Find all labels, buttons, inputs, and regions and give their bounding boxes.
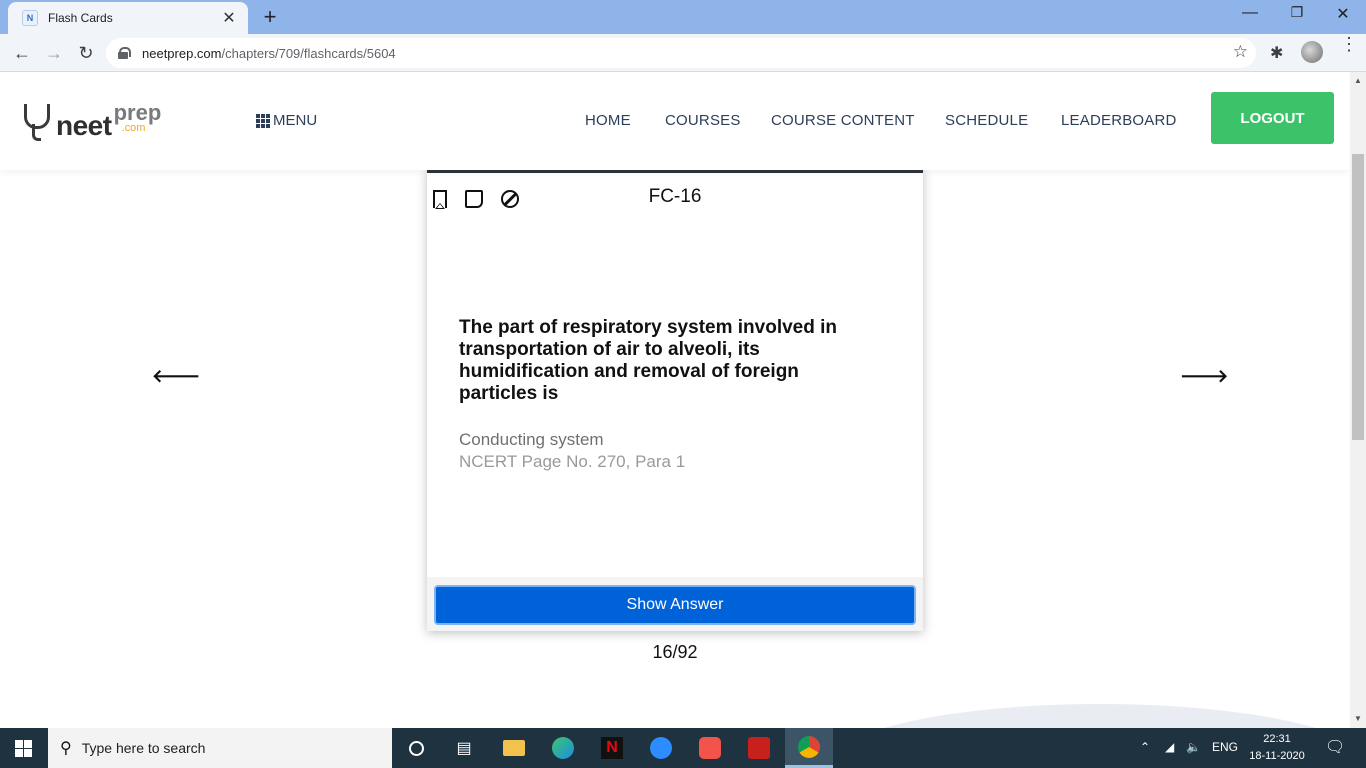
clock-time: 22:31 (1263, 733, 1291, 745)
search-placeholder: Type here to search (81, 740, 206, 756)
nav-home[interactable]: HOME (585, 112, 631, 129)
site-header: neet prep .com MENU HOME COURSES COURSE … (0, 72, 1350, 170)
page-scrollbar[interactable]: ▲ ▼ (1350, 72, 1366, 728)
tab-title: Flash Cards (48, 11, 113, 25)
address-bar-row: ← → ↻ neetprep.com/chapters/709/flashcar… (0, 34, 1366, 72)
nav-courses[interactable]: COURSES (665, 112, 741, 129)
restore-icon[interactable]: ❐ (1287, 4, 1307, 21)
lock-icon (118, 47, 131, 59)
card-reference: NCERT Page No. 270, Para 1 (459, 452, 686, 471)
taskbar-clock[interactable]: 22:31 18-11-2020 (1244, 731, 1310, 765)
card-answer: Conducting system (459, 430, 604, 449)
bookmark-star-icon[interactable]: ☆ (1233, 42, 1248, 62)
close-window-icon[interactable]: ✕ (1333, 4, 1353, 24)
stethoscope-icon (22, 102, 54, 141)
page: neet prep .com MENU HOME COURSES COURSE … (0, 72, 1350, 728)
volume-icon[interactable]: 🔈 (1186, 740, 1201, 754)
menu-toggle[interactable]: MENU (256, 112, 317, 129)
note-icon[interactable] (465, 190, 483, 208)
new-tab-button[interactable]: + (258, 4, 282, 30)
url-path: /chapters/709/flashcards/5604 (221, 45, 396, 61)
minimize-icon[interactable]: — (1240, 4, 1260, 22)
ban-icon[interactable] (501, 190, 519, 208)
task-view-icon[interactable]: ▤ (452, 736, 476, 760)
menu-label: MENU (273, 112, 318, 129)
logout-button[interactable]: LOGOUT (1211, 92, 1334, 144)
notifications-icon[interactable]: 🗨 (1325, 737, 1345, 757)
previous-card-arrow-icon[interactable]: 🡐 (152, 366, 200, 387)
scrollbar-thumb[interactable] (1352, 154, 1364, 440)
show-hidden-icons-icon[interactable]: ⌃ (1140, 740, 1150, 754)
bookmark-icon[interactable] (433, 190, 447, 209)
scroll-down-icon[interactable]: ▼ (1354, 714, 1362, 723)
search-icon: ⚲ (60, 740, 72, 757)
nav-schedule[interactable]: SCHEDULE (945, 112, 1028, 129)
decorative-wave (830, 704, 1350, 728)
browser-menu-icon[interactable]: ⋮ (1340, 35, 1358, 53)
clock-date: 18-11-2020 (1249, 750, 1305, 762)
url-domain: neetprep.com (142, 45, 222, 61)
browser-tab[interactable]: N Flash Cards ✕ (8, 2, 248, 34)
card-question: The part of respiratory system involved … (459, 317, 837, 404)
nav-course-content[interactable]: COURSE CONTENT (771, 112, 915, 129)
acrobat-icon[interactable] (747, 736, 771, 760)
logo-text-sub: prep (113, 100, 162, 126)
wifi-icon[interactable]: ◢ (1165, 740, 1174, 754)
netflix-icon[interactable]: N (600, 736, 624, 760)
record-app-icon[interactable] (698, 736, 722, 760)
logo-text-tld: .com (121, 122, 146, 134)
language-indicator[interactable]: ENG (1212, 740, 1238, 754)
reload-icon[interactable]: ↻ (74, 41, 98, 65)
url-input[interactable]: neetprep.com/chapters/709/flashcards/560… (106, 38, 1256, 68)
file-explorer-icon[interactable] (502, 736, 526, 760)
next-card-arrow-icon[interactable]: 🡒 (1180, 366, 1228, 387)
extensions-icon[interactable]: ✱ (1270, 43, 1283, 63)
chrome-taskbar-button[interactable] (785, 728, 833, 768)
neetprep-logo[interactable]: neet prep .com (22, 100, 162, 141)
scroll-up-icon[interactable]: ▲ (1354, 76, 1362, 85)
profile-avatar[interactable] (1301, 41, 1323, 63)
card-footer: Show Answer (427, 577, 923, 631)
chrome-icon (798, 736, 820, 758)
flash-card: FC-16 The part of respiratory system inv… (427, 168, 923, 631)
browser-tab-bar: N Flash Cards ✕ + — ❐ ✕ (0, 0, 1366, 34)
edge-browser-icon[interactable] (551, 736, 575, 760)
windows-taskbar: ⚲ Type here to search ▤ N ⌃ ◢ 🔈 ENG 22:3… (0, 728, 1366, 768)
close-tab-icon[interactable]: ✕ (220, 8, 238, 28)
show-answer-button[interactable]: Show Answer (434, 585, 916, 625)
forward-icon[interactable]: → (42, 41, 66, 65)
cortana-icon[interactable] (404, 736, 428, 760)
zoom-icon[interactable] (649, 736, 673, 760)
nav-leaderboard[interactable]: LEADERBOARD (1061, 112, 1177, 129)
taskbar-search-input[interactable]: ⚲ Type here to search (48, 728, 392, 768)
card-counter: 16/92 (652, 642, 698, 662)
grid-icon (256, 113, 270, 128)
logo-text-main: neet (56, 110, 112, 141)
windows-start-icon[interactable] (15, 740, 32, 757)
back-icon[interactable]: ← (10, 41, 34, 65)
site-favicon-icon: N (22, 10, 38, 26)
